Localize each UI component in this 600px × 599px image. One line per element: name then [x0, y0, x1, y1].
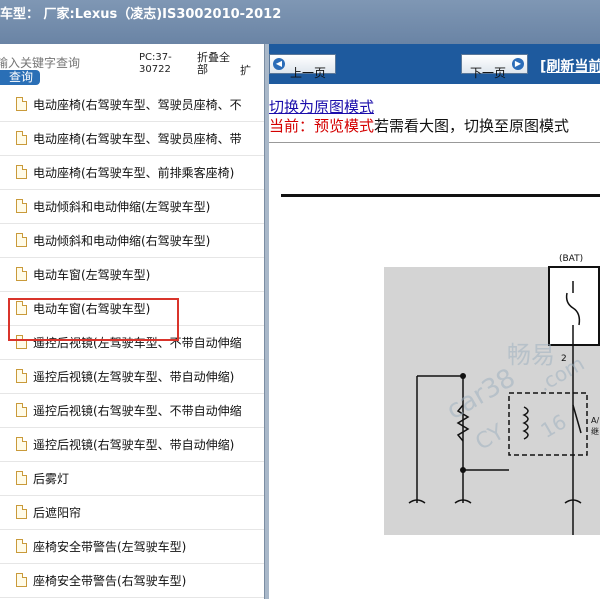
side-label-1: A/ [591, 416, 599, 425]
tree-item[interactable]: 电动座椅(右驾驶车型、驾驶员座椅、带 [0, 122, 266, 156]
search-button[interactable]: 查询 [0, 70, 40, 85]
tree-item[interactable]: 电动倾斜和电动伸缩(右驾驶车型) [0, 224, 266, 258]
viewer-toolbar: ◀ 上一页 下一页 ▶ [刷新当前 [269, 44, 600, 84]
tree-item-label: 电动倾斜和电动伸缩(右驾驶车型) [33, 234, 211, 248]
tree-item[interactable]: 遥控后视镜(左驾驶车型、带自动伸缩) [0, 360, 266, 394]
document-icon [16, 301, 27, 315]
tree-item-label: 遥控后视镜(左驾驶车型、不带自动伸缩 [33, 336, 242, 350]
mode-hint: 若需看大图，切换至原图模式 [374, 117, 570, 135]
tree-item[interactable]: 电动倾斜和电动伸缩(左驾驶车型) [0, 190, 266, 224]
next-page-label: 下一页 [470, 66, 507, 80]
tree-item[interactable]: 电动座椅(右驾驶车型、前排乘客座椅) [0, 156, 266, 190]
tree-item-selected[interactable]: 电动车窗(左驾驶车型) [0, 258, 266, 292]
tree-item-label: 电动座椅(右驾驶车型、驾驶员座椅、不 [33, 98, 242, 112]
watermark-text: 畅易 [507, 341, 555, 369]
top-rule [281, 194, 600, 197]
document-icon [16, 573, 27, 587]
tree-item-label: 遥控后视镜(右驾驶车型、带自动伸缩) [33, 438, 235, 452]
document-icon [16, 437, 27, 451]
document-icon [16, 233, 27, 247]
side-label-2: 继 [591, 426, 599, 436]
expand-all-button[interactable]: 扩 [240, 62, 251, 78]
tree-item-label: 电动倾斜和电动伸缩(左驾驶车型) [33, 200, 211, 214]
tree-item-label: 电动车窗(左驾驶车型) [33, 268, 151, 282]
tree-item[interactable]: 遥控后视镜(右驾驶车型、带自动伸缩) [0, 428, 266, 462]
tree-item-label: 遥控后视镜(左驾驶车型、带自动伸缩) [33, 370, 235, 384]
tree-item[interactable]: 电动座椅(右驾驶车型、驾驶员座椅、不 [0, 88, 266, 122]
window-title: 车型： 厂家:Lexus（凌志)IS3002010-2012 [0, 7, 282, 22]
tree-item-label: 座椅安全带警告(右驾驶车型) [33, 574, 187, 588]
document-icon [16, 505, 27, 519]
document-tree: 电动座椅(右驾驶车型、驾驶员座椅、不 电动座椅(右驾驶车型、驾驶员座椅、带 电动… [0, 88, 266, 598]
tree-item[interactable]: 后雾灯 [0, 462, 266, 496]
refresh-link[interactable]: [刷新当前 [540, 56, 600, 76]
document-icon [16, 335, 27, 349]
document-icon [16, 199, 27, 213]
tree-item-label: 电动座椅(右驾驶车型、前排乘客座椅) [33, 166, 235, 180]
wiring-diagram: (BAT) 2 A/ 继 畅易 car38 .com CY 16 [281, 194, 600, 535]
window-title-bar: 车型： 厂家:Lexus（凌志)IS3002010-2012 [0, 0, 600, 44]
tree-item-label: 电动座椅(右驾驶车型、驾驶员座椅、带 [33, 132, 242, 146]
tree-item[interactable]: 后遮阳帘 [0, 496, 266, 530]
search-input[interactable] [0, 55, 126, 71]
mode-current: 当前：预览模式 [269, 117, 375, 135]
sidebar-search-row: 查询 PC:37-30722 折叠全部 扩 [0, 44, 266, 88]
document-icon [16, 369, 27, 383]
fold-all-button[interactable]: 折叠全部 [197, 52, 233, 76]
prev-page-button[interactable]: ◀ 上一页 [269, 54, 336, 80]
tree-item[interactable]: 电动车窗(右驾驶车型) [0, 292, 266, 326]
mode-status: 当前：预览模式若需看大图，切换至原图模式 [269, 115, 569, 136]
bat-label: (BAT) [559, 254, 583, 264]
tree-item-label: 后雾灯 [33, 472, 70, 486]
document-icon [16, 131, 27, 145]
fuse-box [548, 266, 600, 346]
tree-item[interactable]: 遥控后视镜(左驾驶车型、不带自动伸缩 [0, 326, 266, 360]
prev-page-label: 上一页 [290, 66, 327, 80]
sidebar: 查询 PC:37-30722 折叠全部 扩 电动座椅(右驾驶车型、驾驶员座椅、不… [0, 44, 266, 599]
pc-code-label: PC:37-30722 [139, 52, 172, 75]
document-icon [16, 403, 27, 417]
junction-dot [460, 373, 466, 379]
tree-item[interactable]: 座椅安全带警告(右驾驶车型) [0, 564, 266, 598]
tree-item-label: 后遮阳帘 [33, 506, 82, 520]
tree-item-label: 电动车窗(右驾驶车型) [33, 302, 151, 316]
tree-item-label: 遥控后视镜(右驾驶车型、不带自动伸缩 [33, 404, 242, 418]
tree-item-label: 座椅安全带警告(左驾驶车型) [33, 540, 187, 554]
tree-item[interactable]: 座椅安全带警告(左驾驶车型) [0, 530, 266, 564]
viewer-pane: ◀ 上一页 下一页 ▶ [刷新当前 切换为原图模式 当前：预览模式若需看大图，切… [269, 44, 600, 599]
document-icon [16, 97, 27, 111]
next-page-button[interactable]: 下一页 ▶ [461, 54, 528, 80]
document-icon [16, 267, 27, 281]
document-icon [16, 165, 27, 179]
tree-item[interactable]: 遥控后视镜(右驾驶车型、不带自动伸缩 [0, 394, 266, 428]
arrow-right-icon: ▶ [512, 58, 524, 70]
switch-to-original-link[interactable]: 切换为原图模式 [269, 96, 374, 117]
document-icon [16, 471, 27, 485]
arrow-left-icon: ◀ [273, 58, 285, 70]
document-icon [16, 539, 27, 553]
